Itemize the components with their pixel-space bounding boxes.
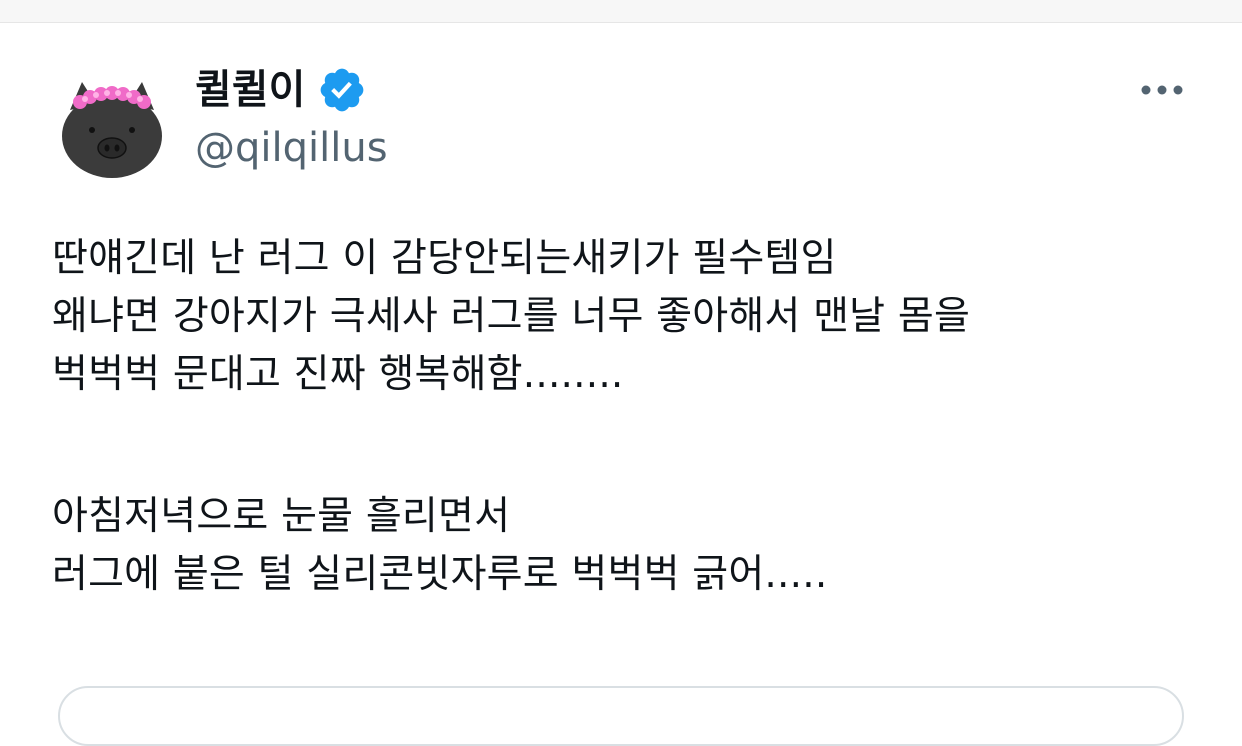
tweet-text-line: 아침저녁으로 눈물 흘리면서 [52, 494, 511, 539]
avatar[interactable] [52, 60, 172, 180]
tweet-text: 딴얘긴데 난 러그 이 감당안되는새키가 필수템임 왜냐면 강아지가 극세사 러… [52, 230, 1212, 604]
more-options-button[interactable] [1134, 72, 1190, 108]
attached-media-card[interactable] [58, 686, 1184, 746]
author-name-row: 퀼퀼이 [195, 62, 367, 118]
display-name[interactable]: 퀼퀼이 [195, 70, 305, 110]
verified-badge-icon [317, 65, 367, 115]
tweet-text-line: 러그에 붙은 털 실리콘빗자루로 벅벅벅 긁어..... [52, 552, 828, 597]
tweet-text-line: 왜냐면 강아지가 극세사 러그를 너무 좋아해서 맨날 몸을 [52, 294, 971, 339]
user-handle[interactable]: @qilqillus [195, 126, 388, 170]
tweet-text-line: 벅벅벅 문대고 진짜 행복해함........ [52, 352, 624, 397]
more-horizontal-icon [1141, 85, 1183, 95]
pig-avatar-icon [52, 60, 172, 180]
top-bar [0, 0, 1242, 23]
tweet-text-line: 딴얘긴데 난 러그 이 감당안되는새키가 필수템임 [52, 236, 837, 281]
